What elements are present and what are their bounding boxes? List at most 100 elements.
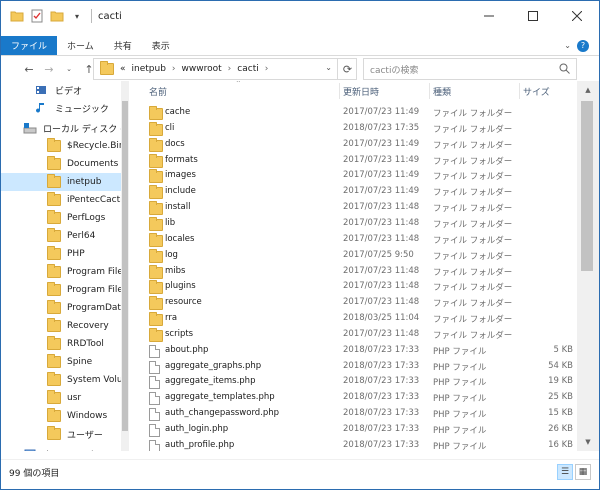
- sidebar-item[interactable]: ローカル ディスク (C: [1, 119, 128, 137]
- details-view-icon[interactable]: ☰: [557, 464, 573, 480]
- file-row[interactable]: auth_changepassword.php 2018/07/23 17:33 P…: [131, 406, 573, 422]
- file-row[interactable]: cache 2017/07/23 11:49 ファイル フォルダー: [131, 105, 571, 121]
- column-separator[interactable]: [519, 83, 520, 99]
- search-input[interactable]: cactiの検索: [363, 58, 577, 80]
- column-separator[interactable]: [429, 83, 430, 99]
- large-icons-view-icon[interactable]: ▦: [575, 464, 591, 480]
- file-row[interactable]: auth_login.php 2018/07/23 17:33 PHP ファイル 26…: [131, 422, 573, 438]
- breadcrumb-cacti[interactable]: cacti: [237, 64, 258, 74]
- folder-icon: [47, 300, 61, 314]
- sidebar-item[interactable]: inetpub: [1, 173, 121, 191]
- file-row[interactable]: cli 2018/07/23 17:35 ファイル フォルダー: [131, 121, 571, 137]
- column-separator[interactable]: [339, 83, 340, 99]
- sidebar-item[interactable]: ProgramData: [1, 299, 126, 317]
- file-row[interactable]: log 2017/07/25 9:50 ファイル フォルダー: [131, 248, 571, 264]
- folder-icon: [149, 201, 163, 216]
- sidebar-item[interactable]: Program Files (: [1, 281, 128, 299]
- file-row[interactable]: docs 2017/07/23 11:49 ファイル フォルダー: [131, 137, 571, 153]
- file-row[interactable]: images 2017/07/23 11:49 ファイル フォルダー: [131, 168, 571, 184]
- chevron-right-icon[interactable]: ›: [228, 64, 232, 74]
- scroll-up-arrow[interactable]: ▲: [577, 83, 599, 97]
- file-list-scroll-thumb[interactable]: [581, 101, 593, 271]
- sidebar-item[interactable]: iPentecCactiPo: [1, 191, 128, 209]
- file-row[interactable]: formats 2017/07/23 11:49 ファイル フォルダー: [131, 153, 571, 169]
- file-row[interactable]: about.php 2018/07/23 17:33 PHP ファイル 5 KB: [131, 343, 573, 359]
- back-button[interactable]: ←: [19, 59, 39, 79]
- address-bar[interactable]: « inetpub › wwwroot › cacti › ⌄: [93, 58, 357, 80]
- file-row[interactable]: locales 2017/07/23 11:48 ファイル フォルダー: [131, 232, 571, 248]
- sidebar-item[interactable]: $Recycle.Bin: [1, 137, 125, 155]
- file-row[interactable]: aggregate_graphs.php 2018/07/23 17:33 PHP …: [131, 359, 573, 375]
- tab-view[interactable]: 表示: [142, 36, 180, 55]
- sidebar-item[interactable]: ビデオ: [1, 81, 121, 99]
- tab-file[interactable]: ファイル: [1, 36, 58, 55]
- help-icon[interactable]: ?: [577, 39, 589, 52]
- sidebar-item[interactable]: PHP: [1, 245, 121, 263]
- scroll-down-arrow[interactable]: ▼: [577, 435, 599, 449]
- sidebar-item[interactable]: Perl64: [1, 227, 121, 245]
- breadcrumb-inetpub[interactable]: inetpub: [132, 64, 166, 74]
- column-header-name[interactable]: 名前: [149, 81, 329, 101]
- file-row[interactable]: include 2017/07/23 11:49 ファイル フォルダー: [131, 184, 571, 200]
- expand-ribbon-icon[interactable]: ⌄: [564, 41, 571, 50]
- sidebar-item-label: Program Files (: [67, 285, 129, 295]
- sidebar-item[interactable]: usr: [1, 389, 121, 407]
- breadcrumb-wwwroot[interactable]: wwwroot: [182, 64, 222, 74]
- file-size: 16 KB: [548, 439, 573, 450]
- sidebar-item[interactable]: ユーザー: [1, 425, 121, 443]
- maximize-button[interactable]: [511, 1, 555, 31]
- file-row[interactable]: plugins 2017/07/23 11:48 ファイル フォルダー: [131, 279, 571, 295]
- sidebar-item[interactable]: ミュージック: [1, 99, 121, 117]
- file-row[interactable]: mibs 2017/07/23 11:48 ファイル フォルダー: [131, 264, 571, 280]
- sidebar-item[interactable]: Spine: [1, 353, 121, 371]
- tab-share[interactable]: 共有: [104, 36, 142, 55]
- address-history-dropdown[interactable]: ⌄: [325, 63, 332, 72]
- sidebar-item[interactable]: PerfLogs: [1, 209, 121, 227]
- file-date: 2017/07/23 11:49: [343, 138, 420, 149]
- recent-locations-button[interactable]: ⌄: [59, 59, 79, 79]
- close-button[interactable]: [555, 1, 599, 31]
- view-switcher: ☰ ▦: [557, 464, 591, 480]
- sidebar-item[interactable]: Recovery: [1, 317, 121, 335]
- customize-toolbar-icon[interactable]: ▾: [69, 8, 85, 24]
- file-row[interactable]: rra 2018/03/25 11:04 ファイル フォルダー: [131, 311, 571, 327]
- file-row[interactable]: auth_profile.php 2018/07/23 17:33 PHP ファイル…: [131, 438, 573, 451]
- column-header-date[interactable]: 更新日時: [343, 81, 423, 101]
- folder-icon: [149, 280, 163, 295]
- window-title: cacti: [98, 10, 122, 22]
- sidebar-item[interactable]: Documents and: [1, 155, 128, 173]
- sidebar-item[interactable]: System Volume: [1, 371, 128, 389]
- chevron-right-icon[interactable]: ›: [265, 64, 269, 74]
- title-separator: [91, 9, 92, 23]
- file-row[interactable]: aggregate_items.php 2018/07/23 17:33 PHP フ…: [131, 374, 573, 390]
- file-row[interactable]: scripts 2017/07/23 11:48 ファイル フォルダー: [131, 327, 571, 343]
- properties-icon[interactable]: [29, 8, 45, 24]
- file-row[interactable]: lib 2017/07/23 11:48 ファイル フォルダー: [131, 216, 571, 232]
- file-date: 2017/07/23 11:48: [343, 233, 420, 244]
- sidebar-item[interactable]: Windows: [1, 407, 121, 425]
- breadcrumb-overflow[interactable]: «: [120, 64, 126, 74]
- file-icon: [149, 360, 160, 374]
- folder-icon: [47, 138, 61, 152]
- file-row[interactable]: resource 2017/07/23 11:48 ファイル フォルダー: [131, 295, 571, 311]
- chevron-right-icon[interactable]: ›: [172, 64, 176, 74]
- file-row[interactable]: install 2017/07/23 11:48 ファイル フォルダー: [131, 200, 571, 216]
- navigation-pane-scroll-thumb[interactable]: [122, 101, 128, 431]
- sidebar-item[interactable]: ネットワーク: [1, 445, 121, 451]
- column-header-type[interactable]: 種類: [433, 81, 513, 101]
- forward-button[interactable]: →: [39, 59, 59, 79]
- sidebar-item[interactable]: Program Files: [1, 263, 128, 281]
- minimize-button[interactable]: [467, 1, 511, 31]
- refresh-button[interactable]: ⟳: [337, 58, 357, 80]
- column-header-date-label: 更新日時: [343, 87, 380, 98]
- folder-icon: [149, 248, 163, 263]
- new-folder-icon[interactable]: [49, 8, 65, 24]
- tab-home[interactable]: ホーム: [57, 36, 104, 55]
- folder-icon: [47, 426, 61, 440]
- sidebar-item-label: ローカル ディスク (C: [43, 124, 129, 135]
- folder-icon[interactable]: [9, 8, 25, 24]
- file-row[interactable]: aggregate_templates.php 2018/07/23 17:33 P…: [131, 390, 573, 406]
- column-header-size[interactable]: サイズ: [523, 81, 573, 101]
- sidebar-item[interactable]: RRDTool: [1, 335, 121, 353]
- file-name: aggregate_graphs.php: [165, 360, 262, 371]
